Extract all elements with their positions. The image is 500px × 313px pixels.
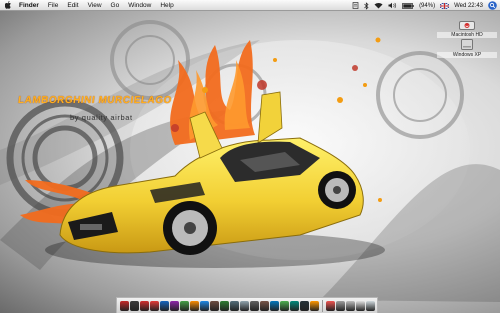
dock-separator [322, 299, 323, 312]
apple-menu-icon[interactable] [5, 1, 12, 9]
volume-icon[interactable] [388, 2, 397, 9]
dock-app-icon[interactable] [140, 300, 149, 311]
dock-app-icon[interactable] [346, 300, 355, 311]
menu-help[interactable]: Help [160, 2, 173, 9]
dock-app-icon[interactable] [250, 300, 259, 311]
dock-app-icon[interactable] [150, 300, 159, 311]
dock-app-icon[interactable] [300, 300, 309, 311]
spotlight-icon[interactable] [488, 1, 497, 10]
menu-view[interactable]: View [88, 2, 102, 9]
desktop-icon-windows-xp[interactable]: Windows XP [437, 39, 497, 58]
hard-drive-icon [459, 21, 475, 30]
menu-clock[interactable]: Wed 22:43 [454, 3, 483, 9]
menu-window[interactable]: Window [128, 2, 151, 9]
desktop-icon-label: Windows XP [437, 52, 497, 58]
menu-bar: Finder File Edit View Go Window Help (94… [0, 0, 500, 11]
bluetooth-icon[interactable] [364, 1, 369, 10]
dock-app-icon[interactable] [220, 300, 229, 311]
menu-file[interactable]: File [48, 2, 58, 9]
dock-app-icon[interactable] [230, 300, 239, 311]
dock-app-icon[interactable] [270, 300, 279, 311]
battery-percentage[interactable]: (94%) [419, 3, 435, 9]
dock-app-icon[interactable] [326, 300, 335, 311]
menu-edit[interactable]: Edit [67, 2, 78, 9]
uk-flag-icon[interactable] [440, 2, 450, 9]
dock-app-icon[interactable] [170, 300, 179, 311]
dock-app-icon[interactable] [336, 300, 345, 311]
wifi-icon[interactable] [374, 2, 383, 9]
desktop-icon-label: Macintosh HD [437, 32, 497, 38]
dock-app-icon[interactable] [200, 300, 209, 311]
wallpaper-artwork [0, 20, 500, 302]
menu-finder[interactable]: Finder [19, 2, 39, 9]
hard-drive-icon [461, 39, 473, 50]
battery-icon[interactable] [402, 2, 414, 9]
dock-app-icon[interactable] [290, 300, 299, 311]
dock-app-icon[interactable] [130, 300, 139, 311]
dock-app-icon[interactable] [210, 300, 219, 311]
dock-app-icon[interactable] [120, 300, 129, 311]
dock-app-icon[interactable] [190, 300, 199, 311]
dock-app-icon[interactable] [366, 300, 375, 311]
wallpaper-subtitle: by quality airbat [70, 113, 133, 122]
desktop[interactable]: Macintosh HD Windows XP LAMBORGHINI MURC… [0, 11, 500, 313]
dock-app-icon[interactable] [280, 300, 289, 311]
dock-app-icon[interactable] [160, 300, 169, 311]
dock-app-icon[interactable] [356, 300, 365, 311]
dock-app-icon[interactable] [180, 300, 189, 311]
wallpaper-title: LAMBORGHINI MURCIELAGO [17, 95, 173, 106]
status-menus: (94%) Wed 22:43 [352, 0, 497, 11]
desktop-icon-macintosh-hd[interactable]: Macintosh HD [437, 21, 497, 38]
menu-go[interactable]: Go [111, 2, 120, 9]
dock [116, 297, 378, 313]
dock-app-icon[interactable] [240, 300, 249, 311]
dock-app-icon[interactable] [260, 300, 269, 311]
dock-app-icon[interactable] [310, 300, 319, 311]
script-menu-icon[interactable] [352, 2, 359, 9]
